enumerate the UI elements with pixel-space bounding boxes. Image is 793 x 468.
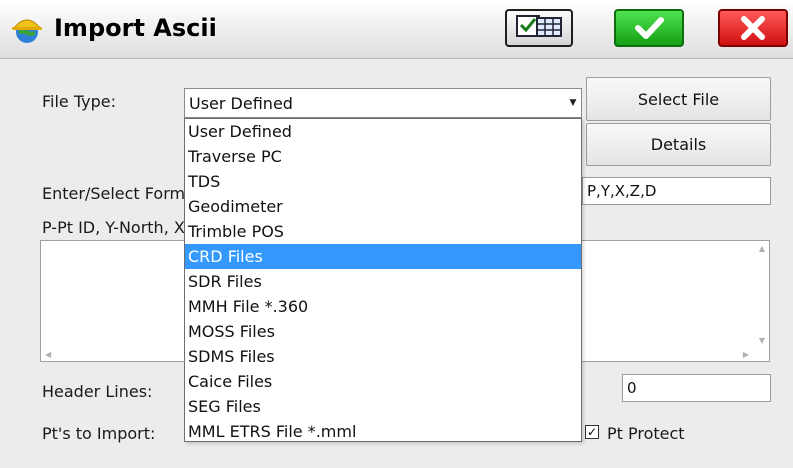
- pt-protect-checkbox[interactable]: ✓: [585, 425, 599, 439]
- ok-button[interactable]: [614, 9, 684, 47]
- header-lines-label: Header Lines:: [42, 382, 153, 401]
- chevron-down-icon[interactable]: ▼: [566, 90, 580, 116]
- pt-protect-label: Pt Protect: [607, 424, 685, 443]
- file-type-label: File Type:: [42, 92, 116, 111]
- dropdown-option[interactable]: CRD Files: [185, 244, 581, 269]
- title-bar: Import Ascii: [0, 0, 793, 59]
- file-type-value: User Defined: [189, 94, 293, 113]
- dropdown-option[interactable]: MML ETRS File *.mml: [185, 419, 581, 444]
- dropdown-option[interactable]: Geodimeter: [185, 194, 581, 219]
- dropdown-option[interactable]: Caice Files: [185, 369, 581, 394]
- hardhat-globe-icon: [12, 19, 42, 43]
- scroll-up-icon[interactable]: ▲: [759, 244, 765, 253]
- dropdown-option[interactable]: SDR Files: [185, 269, 581, 294]
- dropdown-option[interactable]: MOSS Files: [185, 319, 581, 344]
- scroll-left-icon[interactable]: ◀: [45, 350, 51, 359]
- dropdown-option[interactable]: Traverse PC: [185, 144, 581, 169]
- checkmark-icon: [635, 17, 664, 39]
- header-lines-input[interactable]: 0: [622, 374, 771, 402]
- checklist-table-icon: [516, 15, 562, 37]
- vertical-scrollbar[interactable]: ▲ ▼: [753, 241, 769, 361]
- close-x-icon: [741, 16, 765, 40]
- scroll-right-icon[interactable]: ▶: [743, 350, 749, 359]
- scroll-down-icon[interactable]: ▼: [759, 336, 765, 345]
- window-title: Import Ascii: [54, 14, 217, 42]
- dropdown-option[interactable]: MMH File *.360: [185, 294, 581, 319]
- dropdown-option[interactable]: SEG Files: [185, 394, 581, 419]
- file-type-dropdown-list[interactable]: User Defined Traverse PC TDS Geodimeter Trim…: [184, 118, 582, 442]
- cancel-button[interactable]: [718, 9, 788, 47]
- file-type-select[interactable]: User Defined ▼: [184, 88, 582, 118]
- details-button[interactable]: Details: [586, 123, 771, 166]
- dropdown-option[interactable]: Trimble POS: [185, 219, 581, 244]
- select-file-button[interactable]: Select File: [586, 77, 771, 121]
- format-label: Enter/Select Format:: [42, 184, 207, 203]
- dropdown-option[interactable]: TDS: [185, 169, 581, 194]
- dropdown-option[interactable]: User Defined: [185, 119, 581, 144]
- format-input[interactable]: P,Y,X,Z,D: [582, 177, 771, 205]
- dropdown-option[interactable]: SDMS Files: [185, 344, 581, 369]
- view-table-button[interactable]: [505, 9, 573, 47]
- pts-to-import-label: Pt's to Import:: [42, 424, 156, 443]
